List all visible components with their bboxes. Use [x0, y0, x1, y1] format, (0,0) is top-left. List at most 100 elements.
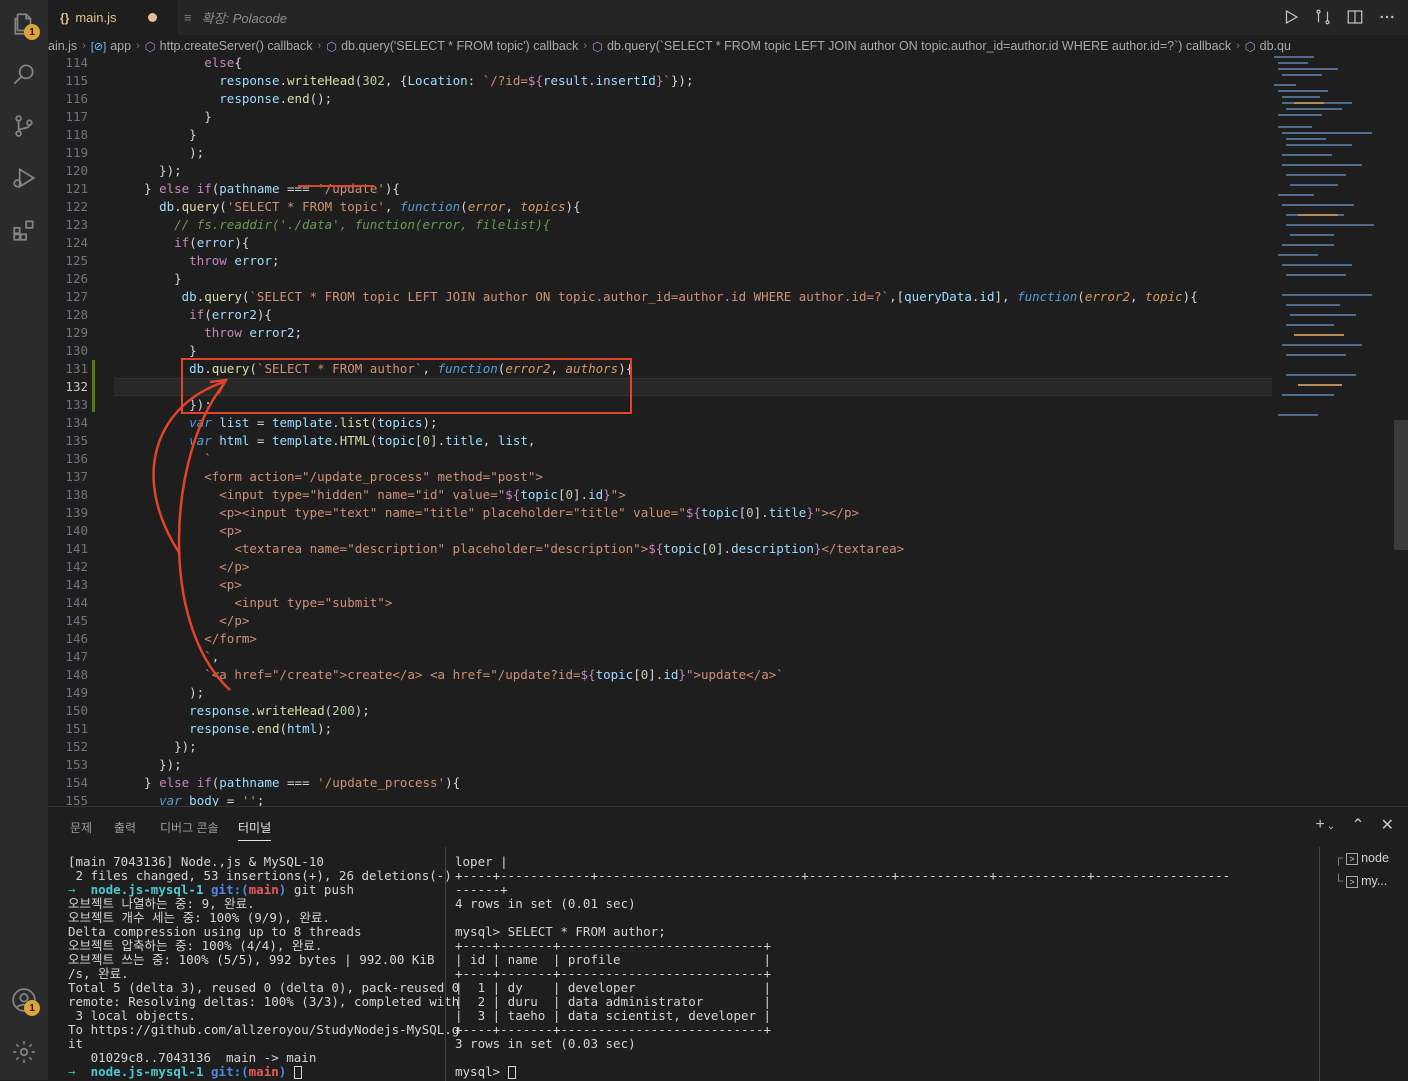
run-debug-icon[interactable] [8, 162, 40, 194]
tab-debug-console[interactable]: 디버그 콘솔 [160, 819, 219, 836]
code-line[interactable]: var body = ''; [144, 792, 264, 806]
terminal-line: loper | [455, 854, 508, 869]
line-number: 117 [65, 109, 88, 124]
terminal-line: remote: Resolving deltas: 100% (3/3), co… [68, 994, 460, 1009]
compare-changes-icon[interactable] [1314, 8, 1332, 26]
code-line[interactable]: db.query('SELECT * FROM topic', function… [144, 198, 581, 216]
breadcrumb-callback-1[interactable]: ⬡ http.createServer() callback [145, 39, 313, 54]
code-line[interactable]: if(error2){ [144, 306, 272, 324]
line-number: 119 [65, 145, 88, 160]
code-line[interactable]: }); [144, 738, 197, 756]
line-number: 133 [65, 397, 88, 412]
terminal-line: 01029c8..7043136 main -> main [68, 1050, 317, 1065]
line-number: 118 [65, 127, 88, 142]
code-line[interactable]: <textarea name="description" placeholder… [144, 540, 904, 558]
source-control-icon[interactable] [8, 110, 40, 142]
code-line[interactable]: response.end(); [144, 90, 332, 108]
code-line[interactable]: }); [144, 162, 182, 180]
chevron-right-icon: › [583, 40, 588, 52]
terminal-line: 오브젝트 쓰는 중: 100% (5/5), 992 bytes | 992.0… [68, 952, 435, 967]
line-number: 127 [65, 289, 88, 304]
tab-label: 확장: Polacode [201, 11, 287, 26]
terminal-line: 3 rows in set (0.03 sec) [455, 1036, 636, 1051]
maximize-panel-chevron-up-icon[interactable]: ⌃ [1351, 815, 1364, 835]
terminal-line: 3 local objects. [68, 1008, 196, 1023]
terminal-line: → node.js-mysql-1 git:(main) [68, 1065, 459, 1079]
line-number: 128 [65, 307, 88, 322]
code-line[interactable]: <p><input type="text" name="title" place… [144, 504, 859, 522]
unsaved-dot-icon[interactable] [148, 13, 157, 22]
line-number: 116 [65, 91, 88, 106]
minimap[interactable] [1274, 54, 1394, 454]
code-line[interactable]: response.writeHead(302, {Location: `/?id… [144, 72, 693, 90]
run-icon[interactable] [1282, 8, 1300, 26]
editor-actions [1282, 8, 1396, 26]
terminal-mysql-output[interactable]: loper | +----+------------+--------------… [455, 855, 1230, 1079]
code-line[interactable]: ); [144, 144, 204, 162]
new-terminal-plus-icon[interactable]: + ⌄ [1315, 816, 1335, 834]
account-badge: 1 [24, 1000, 40, 1016]
more-actions-icon[interactable] [1378, 8, 1396, 26]
line-number: 114 [65, 55, 88, 70]
code-editor[interactable]: 114 115 116 117 118 119 120 121 122 123 124 125 126 1… [48, 54, 1408, 806]
chevron-down-icon[interactable]: ⌄ [1327, 821, 1335, 832]
code-line[interactable]: } else if(pathname === '/update'){ [144, 180, 400, 198]
line-number: 145 [65, 613, 88, 628]
code-line[interactable]: // fs.readdir('./data', function(error, … [144, 216, 550, 234]
code-line[interactable]: db.query(`SELECT * FROM topic LEFT JOIN … [144, 288, 1198, 306]
extensions-icon[interactable] [8, 214, 40, 246]
line-number: 144 [65, 595, 88, 610]
tab-extension-polacode[interactable]: ≡ 확장: Polacode [178, 0, 338, 35]
code-line[interactable]: } [144, 270, 182, 288]
terminal-list-item-node[interactable]: ┌ > node [1334, 847, 1389, 870]
terminal-line: +----+------------+---------------------… [455, 868, 1231, 883]
chevron-right-icon: › [82, 40, 86, 52]
terminal-line: | 2 | duru | data administrator | [455, 994, 772, 1009]
tab-output[interactable]: 출력 [114, 819, 136, 836]
terminal-line: [main 7043136] Node.,js & MySQL-10 [68, 854, 324, 869]
terminal-list-item-mysql[interactable]: └ > my... [1334, 870, 1389, 893]
code-line[interactable]: } else if(pathname === '/update_process'… [144, 774, 460, 792]
split-editor-icon[interactable] [1346, 8, 1364, 26]
terminal-line: | 1 | dy | developer | [455, 980, 772, 995]
line-number: 151 [65, 721, 88, 736]
breadcrumb-callback-2[interactable]: ⬡ db.query('SELECT * FROM topic') callbac… [326, 39, 578, 54]
code-line[interactable]: if(error){ [144, 234, 249, 252]
extension-doc-icon: ≡ [184, 10, 192, 25]
close-panel-icon[interactable]: ✕ [1381, 815, 1394, 835]
breadcrumb-file[interactable]: ain.js [48, 39, 77, 53]
code-line[interactable]: } [144, 126, 197, 144]
function-cube-icon: ⬡ [1244, 39, 1256, 54]
terminal-line: 오브젝트 개수 세는 중: 100% (9/9), 완료. [68, 910, 330, 925]
terminal-zsh-output[interactable]: [main 7043136] Node.,js & MySQL-10 2 fil… [68, 855, 459, 1079]
line-number: 134 [65, 415, 88, 430]
breadcrumb-app[interactable]: [⊘] app [91, 39, 131, 53]
terminal-list-divider [1319, 847, 1320, 1081]
tab-terminal[interactable]: 터미널 [238, 819, 272, 841]
line-number: 147 [65, 649, 88, 664]
code-line[interactable]: response.writeHead(200); [144, 702, 370, 720]
terminal-split-divider[interactable] [445, 847, 446, 1081]
search-icon[interactable] [8, 58, 40, 90]
tab-main-js[interactable]: {} main.js [48, 0, 178, 35]
terminal-line: +----+-------+--------------------------… [455, 938, 772, 953]
js-file-icon: {} [60, 10, 70, 25]
tab-problems[interactable]: 문제 [70, 819, 92, 836]
breadcrumb-callback-3[interactable]: ⬡ db.query(`SELECT * FROM topic LEFT JOIN… [592, 39, 1231, 54]
settings-gear-icon[interactable] [8, 1036, 40, 1068]
breadcrumb-callback-4[interactable]: ⬡ db.qu [1245, 39, 1291, 54]
terminal-line: +----+-------+--------------------------… [455, 1022, 772, 1037]
vertical-scrollbar[interactable] [1394, 420, 1408, 550]
code-line[interactable]: response.end(html); [144, 720, 332, 738]
code-line[interactable]: throw error; [144, 252, 279, 270]
line-number: 152 [65, 739, 88, 754]
code-line[interactable]: }); [144, 756, 182, 774]
line-number: 154 [65, 775, 88, 790]
code-line[interactable]: } [144, 108, 212, 126]
line-number: 139 [65, 505, 88, 520]
terminal-line: it [68, 1036, 84, 1051]
line-number: 130 [65, 343, 88, 358]
code-line[interactable]: else{ [144, 54, 242, 72]
code-line[interactable]: throw error2; [144, 324, 302, 342]
